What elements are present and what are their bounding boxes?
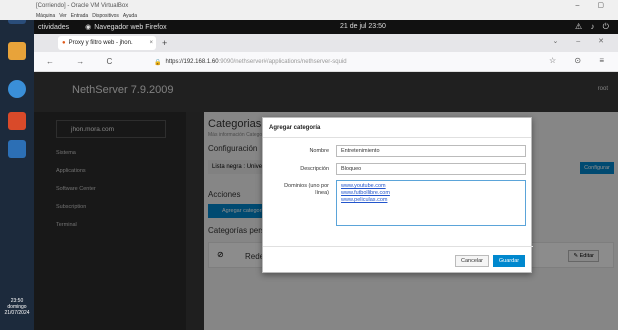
vbox-titlebar: [Corriendo] - Oracle VM VirtualBox – ▢ (0, 0, 618, 12)
system-tray[interactable]: ⚠ ♪ ⏻ (575, 22, 612, 32)
menu-dispositivos[interactable]: Dispositivos (92, 13, 119, 19)
domains-textarea[interactable]: www.youtube.com www.futbollibre.com www.… (336, 180, 526, 226)
menu-ver[interactable]: Ver (59, 13, 67, 19)
menu-entrada[interactable]: Entrada (71, 13, 89, 19)
menu-maquina[interactable]: Máquina (36, 13, 55, 19)
tab-bar: ● Proxy y filtro web - jhon. × + ⌄ – ✕ (34, 34, 618, 52)
dialog-footer: Cancelar Guardar (263, 246, 533, 274)
gnome-topbar: ctividades ◉ Navegador web Firefox 21 de … (34, 20, 618, 34)
host-taskbar: 23:50 domingo 21/07/2024 (0, 0, 34, 330)
tab-proxy-filter[interactable]: ● Proxy y filtro web - jhon. × (58, 36, 156, 50)
browser-icon[interactable] (8, 80, 26, 98)
new-tab-button[interactable]: + (162, 38, 167, 48)
name-label: Nombre (309, 148, 329, 154)
domains-label: Dominios (uno por línea) (284, 183, 329, 196)
lock-icon: 🔒 (154, 59, 162, 66)
host-clock: 23:50 domingo 21/07/2024 (4, 298, 30, 316)
window-controls[interactable]: – ▢ (576, 1, 612, 9)
folder-icon[interactable] (8, 42, 26, 60)
domain-line: www.youtube.com (341, 183, 386, 189)
browser-window-controls[interactable]: ⌄ – ✕ (552, 37, 612, 45)
activities-button[interactable]: ctividades (38, 24, 69, 31)
app-icon[interactable] (8, 112, 26, 130)
description-label: Descripción (300, 166, 329, 172)
url-field[interactable]: 🔒 https://192.168.1.60:9090/nethserver#/… (154, 55, 554, 69)
navigation-toolbar: ← → C 🔒 https://192.168.1.60:9090/nethse… (34, 52, 618, 72)
close-tab-icon[interactable]: × (149, 40, 153, 46)
favicon: ● (62, 40, 66, 46)
save-button[interactable]: Guardar (493, 255, 525, 267)
dialog-title: Agregar categoría (263, 118, 531, 138)
app-menu[interactable]: ◉ Navegador web Firefox (85, 23, 167, 32)
url-host: https://192.168.1.60 (165, 59, 219, 65)
vbox-menubar: Máquina Ver Entrada Dispositivos Ayuda (0, 12, 618, 20)
description-input[interactable]: Bloqueo (336, 163, 526, 175)
menu-ayuda[interactable]: Ayuda (123, 13, 137, 19)
add-category-dialog: Agregar categoría Nombre Entretenimiento… (262, 117, 533, 274)
app-icon-2[interactable] (8, 140, 26, 158)
domain-line: www.futbollibre.com (341, 190, 390, 196)
vbox-title: [Corriendo] - Oracle VM VirtualBox (36, 3, 129, 9)
tab-title: Proxy y filtro web - jhon. (68, 40, 133, 46)
firefox-icon: ◉ (85, 24, 92, 31)
app-menu-label: Navegador web Firefox (94, 23, 167, 31)
domain-line: www.peliculas.com (341, 197, 388, 203)
clock[interactable]: 21 de jul 23:50 (340, 23, 386, 30)
url-path: :9090/nethserver#/applications/nethserve… (218, 59, 347, 65)
cancel-button[interactable]: Cancelar (455, 255, 489, 267)
name-input[interactable]: Entretenimiento (336, 145, 526, 157)
nav-buttons[interactable]: ← → C (46, 57, 122, 66)
toolbar-icons[interactable]: ☆ ⊙ ≡ (549, 56, 612, 65)
